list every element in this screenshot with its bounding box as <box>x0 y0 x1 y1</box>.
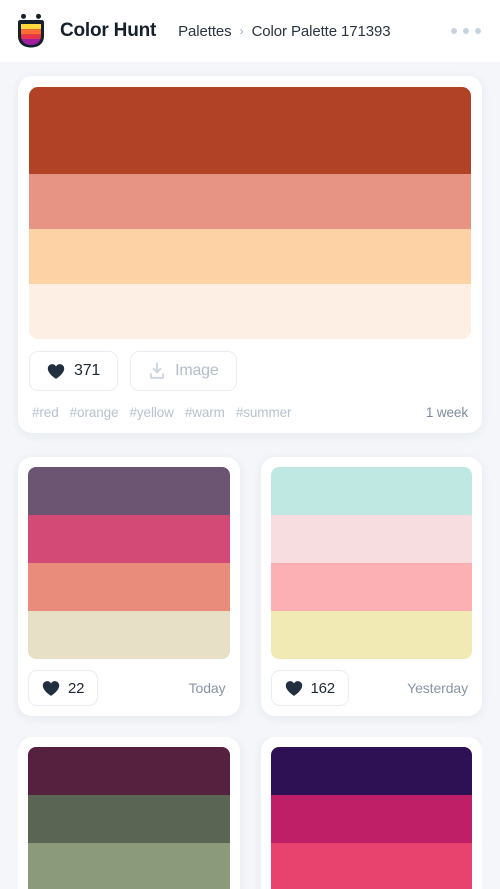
swatch-1[interactable] <box>270 747 472 795</box>
download-image-button[interactable]: Image <box>130 351 237 391</box>
menu-dot <box>463 28 469 34</box>
card-actions: 22 Today <box>28 670 230 706</box>
swatch-4[interactable] <box>28 611 230 659</box>
swatch-4[interactable] <box>29 284 471 339</box>
swatch-1[interactable] <box>28 747 230 795</box>
palette-grid-row-2 <box>18 737 482 889</box>
tag-item[interactable]: #warm <box>185 405 225 420</box>
heart-icon <box>285 680 302 696</box>
page-content: 371 Image #red #orange #yellow #warm #su… <box>0 62 500 889</box>
swatch-3[interactable] <box>28 563 230 611</box>
download-icon <box>149 362 165 379</box>
timestamp: Yesterday <box>407 680 468 696</box>
more-horizontal-icon[interactable] <box>449 20 483 42</box>
swatch-3[interactable] <box>28 843 230 889</box>
palette-card[interactable]: 22 Today <box>18 457 240 716</box>
chevron-right-icon: › <box>239 24 244 38</box>
breadcrumb: Palettes › Color Palette 171393 <box>178 23 390 40</box>
featured-palette-card[interactable]: 371 Image #red #orange #yellow #warm #su… <box>18 76 482 433</box>
meta-row: #red #orange #yellow #warm #summer 1 wee… <box>29 405 471 422</box>
swatch-2[interactable] <box>270 515 472 563</box>
palette-grid-row-1: 22 Today 162 Yesterday <box>18 457 482 716</box>
swatch-2[interactable] <box>29 174 471 229</box>
menu-dot <box>475 28 481 34</box>
swatch-3[interactable] <box>270 563 472 611</box>
card-actions: 371 Image <box>29 351 471 391</box>
swatch-2[interactable] <box>28 795 230 843</box>
swatch-3[interactable] <box>270 843 472 889</box>
palette-swatches <box>28 467 230 659</box>
heart-icon <box>47 363 65 379</box>
swatch-2[interactable] <box>28 515 230 563</box>
timestamp: 1 week <box>425 405 468 420</box>
palette-card[interactable] <box>260 737 482 889</box>
swatch-1[interactable] <box>29 87 471 174</box>
tag-list: #red #orange #yellow #warm #summer <box>32 405 291 420</box>
colorhunt-logo-icon[interactable] <box>14 13 48 49</box>
timestamp: Today <box>188 680 226 696</box>
menu-dot <box>451 28 457 34</box>
palette-card[interactable]: 162 Yesterday <box>260 457 482 716</box>
palette-swatches <box>28 747 230 889</box>
app-header: Color Hunt Palettes › Color Palette 1713… <box>0 0 500 62</box>
like-button[interactable]: 22 <box>28 670 99 706</box>
swatch-1[interactable] <box>28 467 230 515</box>
palette-swatches <box>29 87 471 339</box>
like-button[interactable]: 162 <box>270 670 349 706</box>
tag-item[interactable]: #summer <box>236 405 292 420</box>
swatch-2[interactable] <box>270 795 472 843</box>
swatch-3[interactable] <box>29 229 471 284</box>
swatch-4[interactable] <box>270 611 472 659</box>
palette-swatches <box>270 747 472 889</box>
palette-card[interactable] <box>18 737 240 889</box>
tag-item[interactable]: #yellow <box>129 405 173 420</box>
breadcrumb-current: Color Palette 171393 <box>251 22 391 40</box>
palette-swatches <box>270 467 472 659</box>
like-button[interactable]: 371 <box>29 351 119 391</box>
card-actions: 162 Yesterday <box>270 670 473 706</box>
tag-item[interactable]: #orange <box>70 405 119 420</box>
heart-icon <box>42 680 60 696</box>
breadcrumb-parent[interactable]: Palettes <box>178 23 232 40</box>
download-label: Image <box>175 362 219 379</box>
like-count: 162 <box>310 679 336 697</box>
like-count: 371 <box>74 362 101 379</box>
like-count: 22 <box>68 679 85 697</box>
tag-item[interactable]: #red <box>32 405 59 420</box>
brand-title[interactable]: Color Hunt <box>60 20 156 42</box>
swatch-1[interactable] <box>270 467 472 515</box>
